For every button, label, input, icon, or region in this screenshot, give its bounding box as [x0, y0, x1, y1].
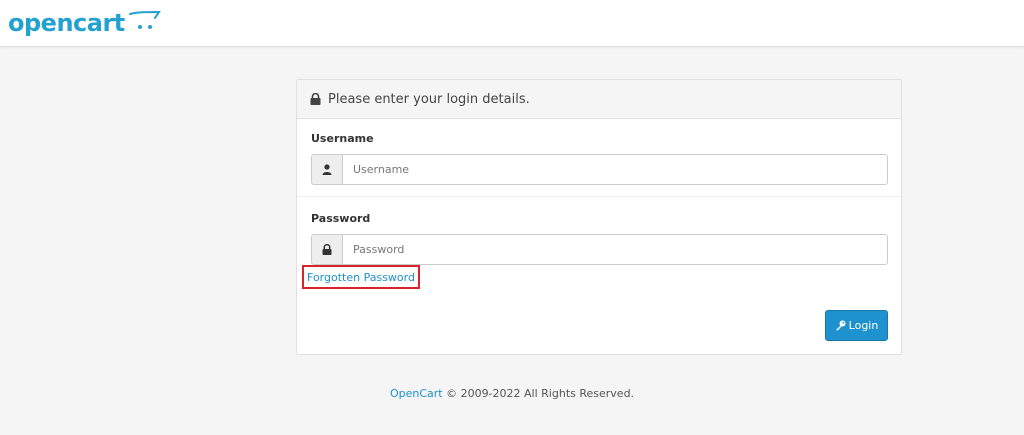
footer-copyright: © 2009-2022 All Rights Reserved.	[446, 387, 635, 400]
password-input-group	[311, 234, 888, 265]
panel-title: Please enter your login details.	[328, 91, 530, 107]
forgot-password-highlight: Forgotten Password	[302, 265, 420, 289]
footer: OpenCart © 2009-2022 All Rights Reserved…	[0, 387, 1024, 400]
login-panel: Please enter your login details. Usernam…	[296, 79, 902, 355]
username-label: Username	[311, 132, 374, 145]
divider	[297, 196, 901, 197]
password-input[interactable]	[342, 234, 888, 265]
lock-icon	[310, 93, 321, 105]
header-bar: opencart	[0, 0, 1024, 47]
username-group: Username	[311, 131, 888, 185]
login-button-label: Login	[848, 319, 879, 332]
lock-icon	[311, 234, 342, 265]
logo-text: opencart	[8, 9, 125, 37]
key-icon	[835, 320, 846, 331]
forgot-password-link[interactable]: Forgotten Password	[307, 271, 415, 284]
cart-icon	[128, 10, 161, 36]
panel-heading: Please enter your login details.	[297, 80, 901, 119]
opencart-logo[interactable]: opencart	[8, 6, 161, 40]
login-button[interactable]: Login	[825, 310, 888, 341]
user-icon	[311, 154, 342, 185]
password-group: Password	[311, 211, 888, 265]
username-input[interactable]	[342, 154, 888, 185]
username-input-group	[311, 154, 888, 185]
password-label: Password	[311, 212, 371, 225]
footer-opencart-link[interactable]: OpenCart	[390, 387, 443, 400]
